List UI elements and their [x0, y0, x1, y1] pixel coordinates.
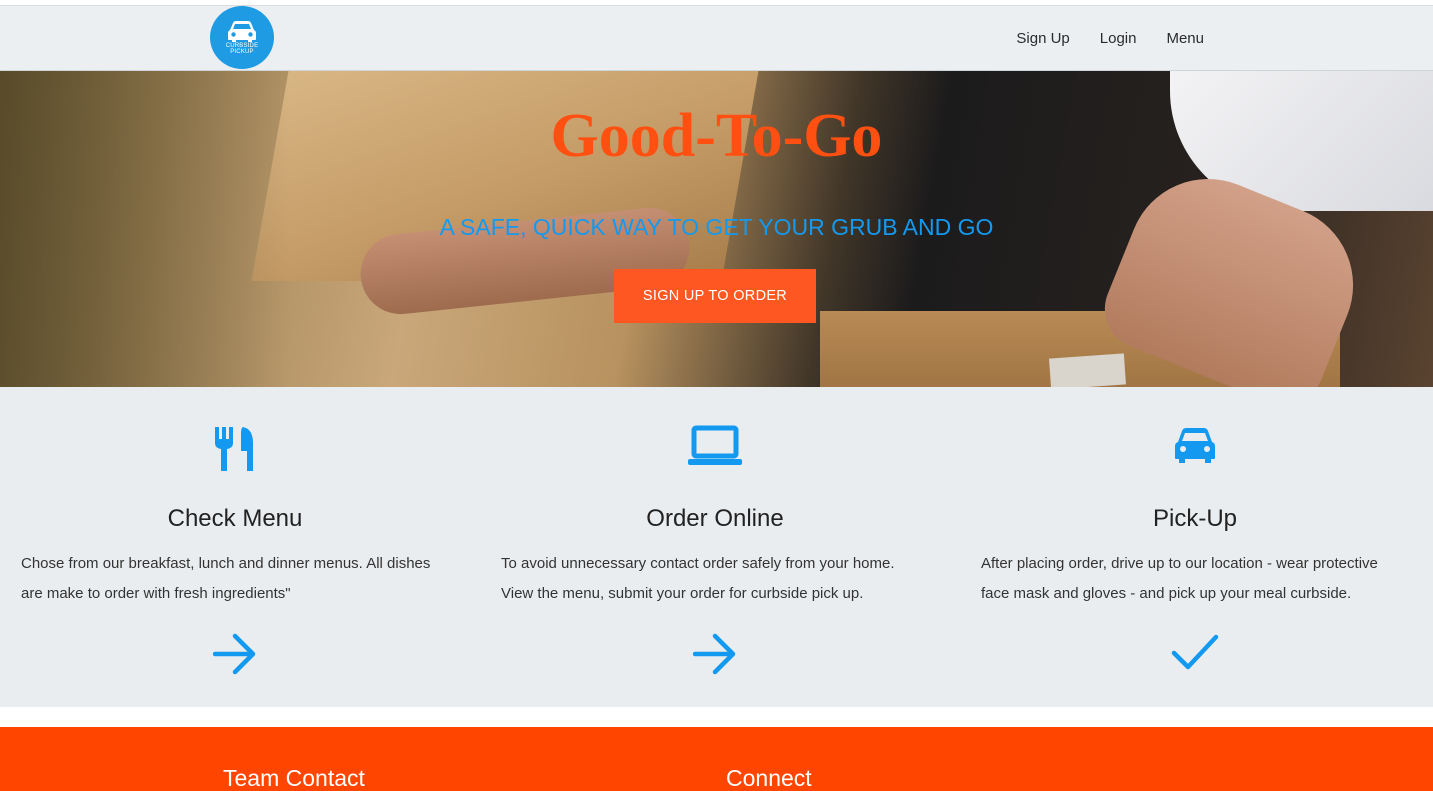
logo[interactable]: CURBSIDE PICKUP: [210, 6, 274, 69]
fork-knife-icon: [215, 427, 253, 471]
hero-subtitle: A SAFE, QUICK WAY TO GET YOUR GRUB AND G…: [439, 214, 994, 240]
hero-image-part: [1049, 353, 1126, 387]
footer-connect-heading: Connect: [726, 765, 812, 791]
feature-icon-wrap: [495, 425, 935, 475]
nav-links: Sign Up Login Menu: [1016, 6, 1204, 71]
feature-pick-up: Pick-Up After placing order, drive up to…: [975, 387, 1415, 707]
feature-check-menu: Check Menu Chose from our breakfast, lun…: [15, 387, 455, 707]
check-icon: [1171, 634, 1219, 670]
navbar: CURBSIDE PICKUP Sign Up Login Menu: [0, 6, 1433, 71]
feature-title: Order Online: [646, 505, 784, 532]
logo-text-line2: PICKUP: [230, 49, 254, 55]
check-menu-arrow-button[interactable]: [15, 633, 455, 675]
arrow-right-icon: [213, 633, 256, 675]
feature-title: Pick-Up: [1152, 505, 1237, 532]
feature-text: After placing order, drive up to our loc…: [981, 555, 1378, 602]
feature-icon-wrap: [975, 425, 1415, 475]
car-logo-icon: [228, 21, 256, 42]
nav-login-link[interactable]: Login: [1100, 30, 1137, 47]
sign-up-to-order-button[interactable]: SIGN UP TO ORDER: [614, 269, 816, 323]
car-icon: [1175, 428, 1215, 463]
order-online-arrow-button[interactable]: [495, 633, 935, 675]
feature-icon-wrap: [15, 425, 455, 475]
footer-team-contact-heading: Team Contact: [223, 765, 365, 791]
feature-title: Check Menu: [167, 505, 303, 532]
logo-text: CURBSIDE PICKUP: [226, 43, 259, 55]
pick-up-check-button[interactable]: [975, 633, 1415, 675]
nav-sign-up-link[interactable]: Sign Up: [1016, 30, 1069, 47]
features-section: Check Menu Chose from our breakfast, lun…: [0, 387, 1433, 707]
hero-section: Good-To-Go A SAFE, QUICK WAY TO GET YOUR…: [0, 71, 1433, 387]
nav-menu-link[interactable]: Menu: [1166, 30, 1204, 47]
hero-title: Good-To-Go: [550, 102, 883, 170]
feature-text: Chose from our breakfast, lunch and dinn…: [21, 555, 431, 602]
feature-text: To avoid unnecessary contact order safel…: [501, 555, 895, 602]
arrow-right-icon: [693, 633, 736, 675]
feature-order-online: Order Online To avoid unnecessary contac…: [495, 387, 935, 707]
footer: Team Contact Connect: [0, 727, 1433, 791]
laptop-icon: [688, 425, 742, 465]
